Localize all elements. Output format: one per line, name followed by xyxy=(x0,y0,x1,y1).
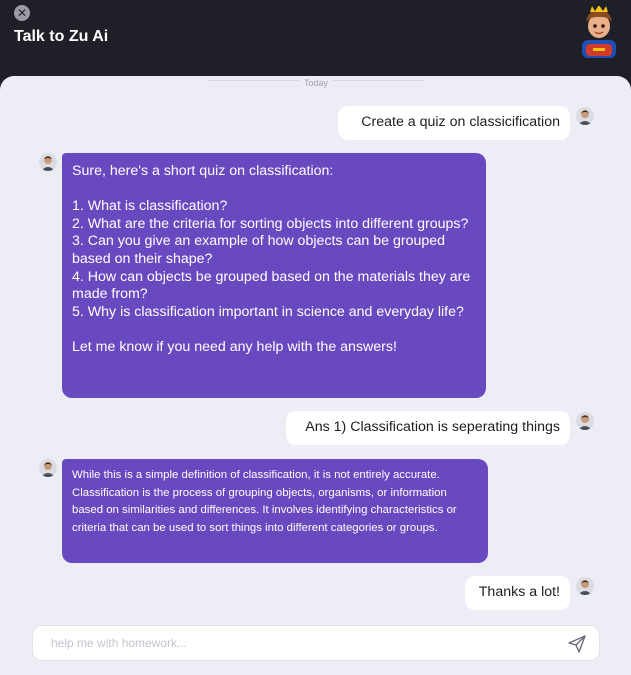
bot-avatar-icon xyxy=(582,6,616,58)
close-icon[interactable]: ✕ xyxy=(14,5,30,21)
message-composer xyxy=(32,625,600,661)
user-avatar-icon xyxy=(576,412,594,430)
user-message: Create a quiz on classicification xyxy=(338,106,570,140)
user-avatar-icon xyxy=(39,153,57,171)
send-icon[interactable] xyxy=(567,634,587,654)
bot-message: While this is a simple definition of cla… xyxy=(62,459,488,563)
user-message: Ans 1) Classification is seperating thin… xyxy=(286,411,570,445)
user-message: Thanks a lot! xyxy=(465,576,570,610)
date-label: Today xyxy=(299,76,333,90)
app-header: ✕ Talk to Zu Ai xyxy=(0,0,631,76)
bot-message: Sure, here's a short quiz on classificat… xyxy=(62,153,486,398)
user-avatar-icon xyxy=(576,107,594,125)
user-avatar-icon xyxy=(576,577,594,595)
user-avatar-icon xyxy=(39,459,57,477)
page-title: Talk to Zu Ai xyxy=(14,28,109,45)
message-input[interactable] xyxy=(51,626,551,660)
